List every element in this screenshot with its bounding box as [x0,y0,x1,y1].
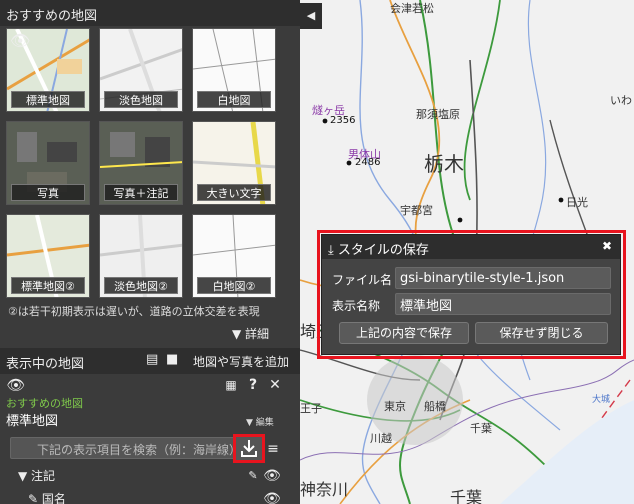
close-icon[interactable]: ✕ [266,376,284,394]
map-label-kanagawa: 神奈川 [300,480,349,499]
save-style-button[interactable] [233,434,265,463]
map-label-chiba2: 千葉 [450,488,483,504]
download-icon [241,440,257,457]
recommended-note: ②は若干初期表示は遅いが、道路の立体交差を表現 [8,305,260,318]
map-label-aizu: 会津若松 [390,2,434,15]
filename-label: ファイル名 [332,273,393,287]
map-thumb-label: 写真 [11,184,85,201]
eye-icon[interactable]: 👁 [10,32,30,50]
map-thumb-blank-2[interactable]: 白地図② [192,214,276,298]
collapse-panel-button[interactable]: ◀ [300,3,322,29]
displayname-input[interactable] [395,293,611,315]
tree-item-label: 国名 [41,492,66,504]
map-label-iwaki: いわ [610,94,632,107]
current-map-name: 標準地図 [6,414,59,429]
map-thumb-large-text[interactable]: 大きい文字 [192,121,276,205]
tree-item-annotation[interactable]: ▼ 注記 [18,467,55,484]
folder-icon[interactable]: ■ [166,352,178,367]
close-icon[interactable]: ✖ [602,239,612,253]
map-label-nikko: 日光 [566,196,588,209]
edit-label: 編集 [255,418,274,428]
map-thumb-photo[interactable]: 写真 [6,121,90,205]
map-label-hachioji: 王子 [300,402,322,415]
map-thumb-label: 写真＋注記 [104,184,178,201]
displayname-label: 表示名称 [332,299,381,313]
map-thumb-label: 標準地図 [11,91,85,108]
add-layer-link[interactable]: 地図や写真を追加 [193,353,289,370]
edit-toggle[interactable]: ▼ 編集 [246,415,274,428]
caret-down-icon: ▼ [18,469,32,483]
close-without-save-button[interactable]: 保存せず閉じる [475,322,608,344]
map-thumb-label: 淡色地図 [104,91,178,108]
map-thumb-standard[interactable]: 👁 標準地図 [6,28,90,112]
map-thumb-label: 標準地図② [11,277,85,294]
map-label-hiuchi-elev: 2356 [330,115,356,126]
detail-toggle[interactable]: ▼ 詳細 [232,325,269,342]
layer-panel: おすすめの地図 👁 標準地図 淡色地図 白地図 写真 写真＋注記 大きい文字 標… [0,0,300,504]
map-label-chiba: 千葉 [470,422,492,435]
dialog-header: ⤓ スタイルの保存 ✖ [322,235,620,259]
pencil-icon[interactable]: ✎ [246,467,260,485]
map-label-kawaguchi: 川越 [370,432,392,445]
help-icon[interactable]: ? [244,376,262,394]
opacity-icon[interactable]: ▦ [222,376,240,394]
layer-search-input[interactable]: 下記の表示項目を検索（例：海岸線） [10,437,241,459]
layer-category: おすすめの地図 [6,397,83,410]
map-thumb-label: 白地図 [197,91,271,108]
map-label-nasu: 那須塩原 [416,108,460,121]
displayed-header: 表示中の地図 ▤ ■ 地図や写真を追加 [0,348,300,374]
map-thumb-pale[interactable]: 淡色地図 [99,28,183,112]
document-icon[interactable]: ▤ [146,352,158,367]
map-label-nantai-elev: 2486 [355,157,381,168]
pencil-icon: ✎ [28,492,42,504]
save-style-dialog: ⤓ スタイルの保存 ✖ ファイル名 表示名称 上記の内容で保存 保存せず閉じる [321,234,621,355]
download-icon: ⤓ [328,243,338,258]
map-label-tochigi: 栃木 [424,152,464,176]
eye-icon[interactable]: 👁 [262,467,282,485]
detail-label: 詳細 [245,327,270,341]
map-thumb-label: 淡色地図② [104,277,178,294]
map-thumb-label: 大きい文字 [197,184,271,201]
map-thumb-blank[interactable]: 白地図 [192,28,276,112]
search-placeholder: 下記の表示項目を検索（例：海岸線） [37,443,242,457]
map-thumb-pale-2[interactable]: 淡色地図② [99,214,183,298]
recommended-title: おすすめの地図 [6,9,98,24]
displayed-title: 表示中の地図 [6,357,85,372]
tree-item-country[interactable]: ✎ 国名 [28,490,66,504]
map-thumb-standard-2[interactable]: 標準地図② [6,214,90,298]
recommended-header: おすすめの地図 [0,0,300,26]
dialog-title: スタイルの保存 [337,243,429,258]
menu-icon[interactable]: ≡ [266,440,280,458]
caret-down-icon: ▼ [232,327,246,341]
map-label-utsunomiya: 宇都宮 [400,204,433,217]
caret-down-icon: ▼ [246,418,256,428]
map-thumb-label: 白地図② [197,277,271,294]
map-label-ibaraki: 大城 [592,395,611,405]
eye-icon[interactable]: 👁 [6,376,26,394]
save-button[interactable]: 上記の内容で保存 [339,322,469,344]
tree-item-label: 注記 [31,469,56,483]
map-label-tokyo: 東京 [384,400,406,413]
map-label-funabashi: 船橋 [424,400,446,413]
eye-icon[interactable]: 👁 [262,490,282,504]
map-thumb-photo-label[interactable]: 写真＋注記 [99,121,183,205]
filename-input[interactable] [395,267,611,289]
